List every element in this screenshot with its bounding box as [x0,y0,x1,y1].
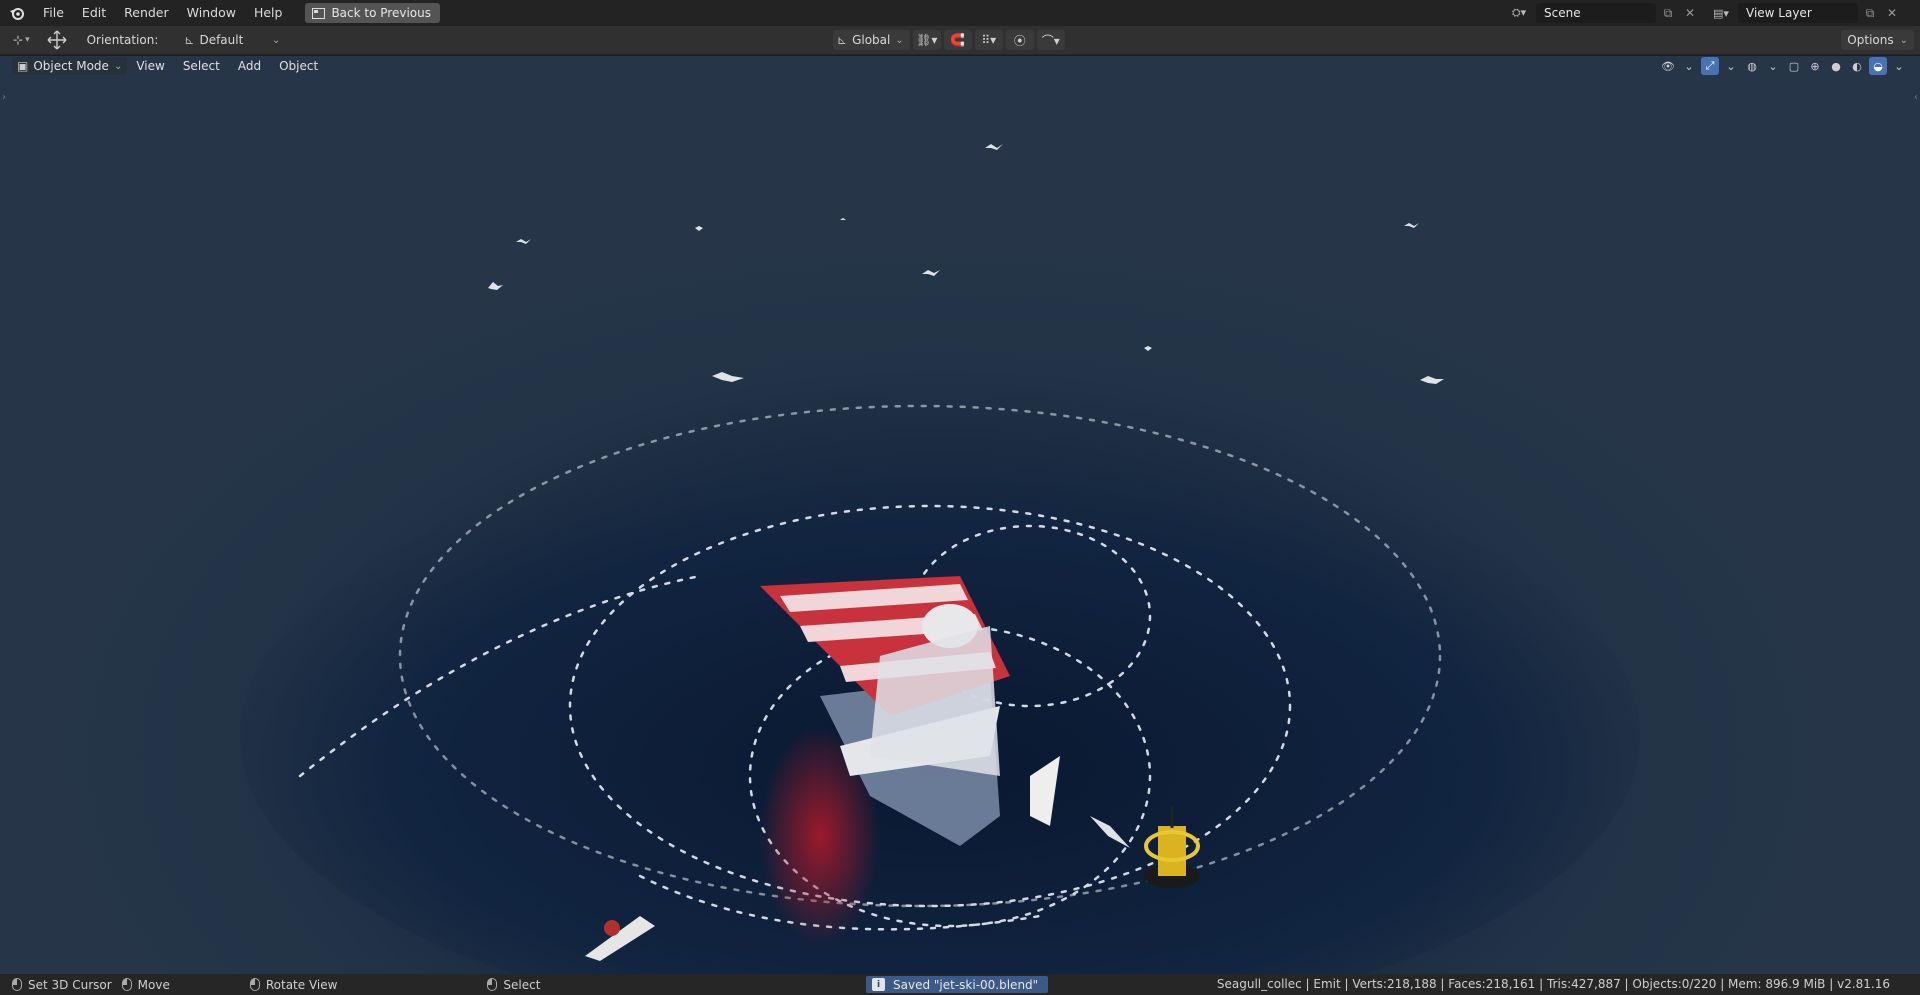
sidebar-expand-icon[interactable]: ‹ [1914,92,1918,103]
transform-orientation-value: Global [852,33,891,47]
scene-statistics: Seagull_collec | Emit | Verts:218,188 | … [1216,977,1890,991]
material-shading-icon[interactable]: ◐ [1848,57,1866,75]
orientation-label: Orientation: [86,33,159,47]
view-layer-icon[interactable]: ▤▾ [1706,3,1736,23]
object-mode-label: Object Mode [33,59,109,73]
hint-set-3d-cursor: Set 3D Cursor [12,978,112,992]
view-layer-selector: ▤▾ View Layer ⧉ ✕ [1706,3,1902,23]
visibility-icon[interactable]: 👁 [1659,57,1677,75]
viewport-header: ▣ Object Mode ⌄ View Select Add Object 👁… [0,56,1920,76]
info-icon: i [872,978,885,991]
close-view-layer-icon[interactable]: ✕ [1882,3,1902,23]
hint-set-3d-cursor-label: Set 3D Cursor [28,977,112,992]
scene-selectors: ⛭▾ Scene ⧉ ✕ ▤▾ View Layer ⧉ ✕ [1504,0,1920,26]
snap-icon[interactable]: 🧲 [943,30,972,50]
snap-target-icon[interactable]: ⠿▾ [974,30,1003,50]
chevron-down-icon: ⌄ [272,34,281,46]
pivot-point-icon[interactable]: ⛓▾ [912,30,941,50]
object-mode-icon: ▣ [17,59,29,73]
top-menu-bar: File Edit Render Window Help Back to Pre… [0,0,1920,26]
new-scene-icon[interactable]: ⧉ [1658,3,1678,23]
gizmo-icon[interactable]: ⤢ [1701,57,1719,75]
hint-select-label: Select [503,977,541,992]
chevron-down-icon[interactable]: ⌄ [1764,57,1782,75]
menu-file[interactable]: File [34,0,73,26]
saved-message: Saved "jet-ski-00.blend" [893,977,1039,992]
viewport-shading-controls: 👁 ⌄ ⤢ ⌄ ◍ ⌄ ▢ ⊕ ● ◐ ◒ ⌄ [1659,56,1908,76]
scene-name-field[interactable]: Scene [1536,3,1656,23]
viewport-menu-select[interactable]: Select [174,59,229,73]
viewport-menu-object[interactable]: Object [270,59,327,73]
options-label: Options [1847,33,1894,47]
3d-viewport[interactable]: ▣ Object Mode ⌄ View Select Add Object 👁… [0,56,1920,974]
orientation-dropdown[interactable]: ⊾ Default ⌄ [180,30,280,50]
viewport-menu-view[interactable]: View [127,59,173,73]
menu-window[interactable]: Window [178,0,245,26]
transform-tool-icon[interactable] [41,29,73,51]
screen-icon [312,7,326,19]
chevron-down-icon: ⌄ [895,34,904,46]
hint-select: Select [487,978,540,992]
mouse-right-icon [121,978,132,991]
menu-help[interactable]: Help [245,0,292,26]
toolbar-expand-icon[interactable]: › [2,92,6,103]
hint-move: Move [121,977,170,992]
editor-type-button[interactable]: ⊹ ▾ [8,29,35,51]
mouse-left-icon [12,978,22,991]
solid-shading-icon[interactable]: ● [1827,57,1845,75]
orientation-axes-icon: ⊾ [184,33,195,47]
falloff-icon[interactable]: ⌒▾ [1036,30,1065,50]
saved-notification[interactable]: i Saved "jet-ski-00.blend" [866,976,1049,993]
scene-icon[interactable]: ⛭▾ [1504,3,1534,23]
wireframe-shading-icon[interactable]: ⊕ [1806,57,1824,75]
mouse-middle-icon [249,978,260,991]
hint-move-label: Move [137,977,170,992]
status-bar: Set 3D Cursor Move Rotate View Select i … [0,974,1920,995]
viewport-menu-add[interactable]: Add [229,59,270,73]
chevron-down-icon: ⌄ [1899,34,1908,46]
transform-orientation-dropdown[interactable]: ⊾ Global ⌄ [833,30,910,50]
rendered-shading-icon[interactable]: ◒ [1869,57,1887,75]
close-scene-icon[interactable]: ✕ [1680,3,1700,23]
new-view-layer-icon[interactable]: ⧉ [1860,3,1880,23]
overlays-icon[interactable]: ◍ [1743,57,1761,75]
blender-logo-icon[interactable] [0,0,34,26]
global-axes-icon: ⊾ [837,33,848,47]
menu-edit[interactable]: Edit [73,0,115,26]
options-dropdown[interactable]: Options ⌄ [1841,30,1914,50]
mouse-left-icon [487,978,498,991]
back-to-previous-label: Back to Previous [331,6,431,20]
tool-header: ⊹ ▾ Orientation: ⊾ Default ⌄ ⊾ Global ⌄ ⛓… [0,26,1920,55]
orientation-value: Default [199,33,244,47]
view-layer-field[interactable]: View Layer [1738,3,1858,23]
chevron-down-icon[interactable]: ⌄ [1722,57,1740,75]
scene-selector: ⛭▾ Scene ⧉ ✕ [1504,3,1700,23]
rendered-scene [240,144,1640,974]
hint-rotate-view: Rotate View [249,977,338,992]
chevron-down-icon[interactable]: ⌄ [1680,57,1698,75]
transform-settings: ⊾ Global ⌄ ⛓▾ 🧲 ⠿▾ ⦿ ⌒▾ [833,29,1065,51]
chevron-down-icon: ⌄ [113,60,123,72]
editor-type-icon: ⊹ [13,33,24,47]
hint-rotate-view-label: Rotate View [265,977,338,992]
menu-render[interactable]: Render [115,0,178,26]
proportional-icon[interactable]: ⦿ [1005,30,1034,50]
object-mode-dropdown[interactable]: ▣ Object Mode ⌄ [12,57,128,75]
shading-options-icon[interactable]: ⌄ [1890,57,1908,75]
xray-icon[interactable]: ▢ [1785,57,1803,75]
back-to-previous-button[interactable]: Back to Previous [305,3,440,23]
